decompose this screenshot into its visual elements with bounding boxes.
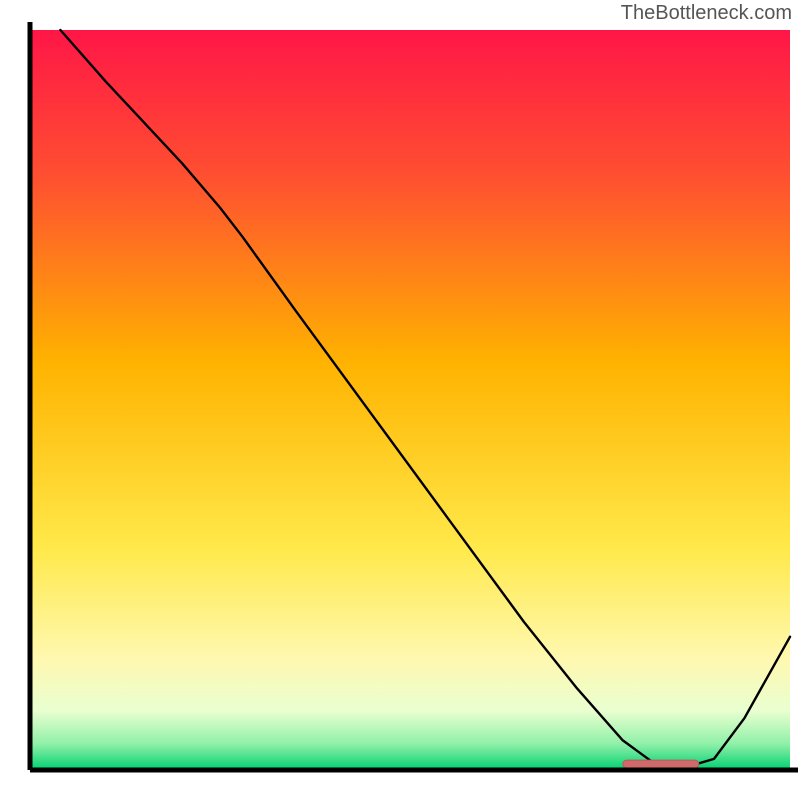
chart-container: TheBottleneck.com	[0, 0, 800, 800]
gradient-background	[30, 30, 790, 770]
chart-svg	[0, 0, 800, 800]
watermark-text: TheBottleneck.com	[621, 2, 792, 25]
optimum-marker	[623, 760, 699, 768]
